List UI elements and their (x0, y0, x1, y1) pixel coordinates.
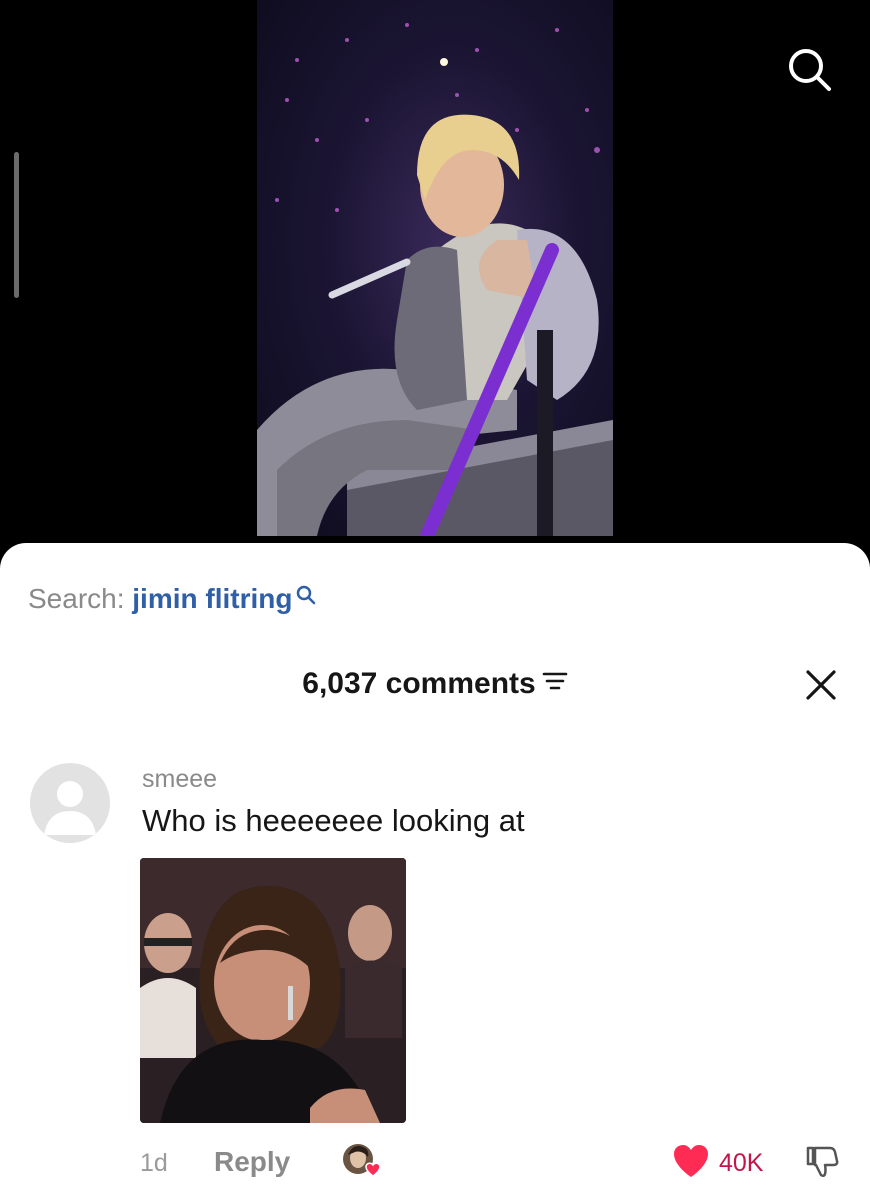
comments-sheet: Search: jimin flitring 6,037 comments sm… (0, 543, 870, 1200)
dislike-icon[interactable] (802, 1142, 840, 1180)
comments-count: 6,037 comments (302, 667, 536, 700)
comment-actions: 1d Reply 40K (0, 1139, 870, 1183)
search-prefix: Search: (28, 583, 125, 614)
scroll-indicator[interactable] (14, 152, 19, 298)
close-icon[interactable] (804, 668, 838, 702)
comment-username[interactable]: smeee (142, 765, 217, 794)
search-suggestion[interactable]: Search: jimin flitring (28, 583, 317, 615)
concert-performer-image (257, 23, 613, 536)
comment-timestamp: 1d (140, 1149, 168, 1177)
video-player[interactable] (0, 0, 870, 560)
comment-item: smeee Who is heeeeeee looking at 1d Repl… (0, 753, 870, 1200)
creator-liked-avatar[interactable] (340, 1141, 381, 1181)
comment-text: Who is heeeeeee looking at (142, 803, 525, 838)
search-mini-icon[interactable] (295, 581, 317, 613)
filter-icon[interactable] (542, 666, 568, 700)
video-frame[interactable] (257, 0, 613, 536)
reply-button[interactable]: Reply (214, 1146, 290, 1178)
reaction-image[interactable] (140, 858, 406, 1123)
comments-header: 6,037 comments (0, 667, 870, 701)
search-icon[interactable] (784, 44, 834, 94)
avatar[interactable] (30, 763, 110, 843)
search-term-link[interactable]: jimin flitring (132, 583, 292, 614)
like-count: 40K (719, 1149, 764, 1177)
heart-icon[interactable] (672, 1143, 710, 1179)
